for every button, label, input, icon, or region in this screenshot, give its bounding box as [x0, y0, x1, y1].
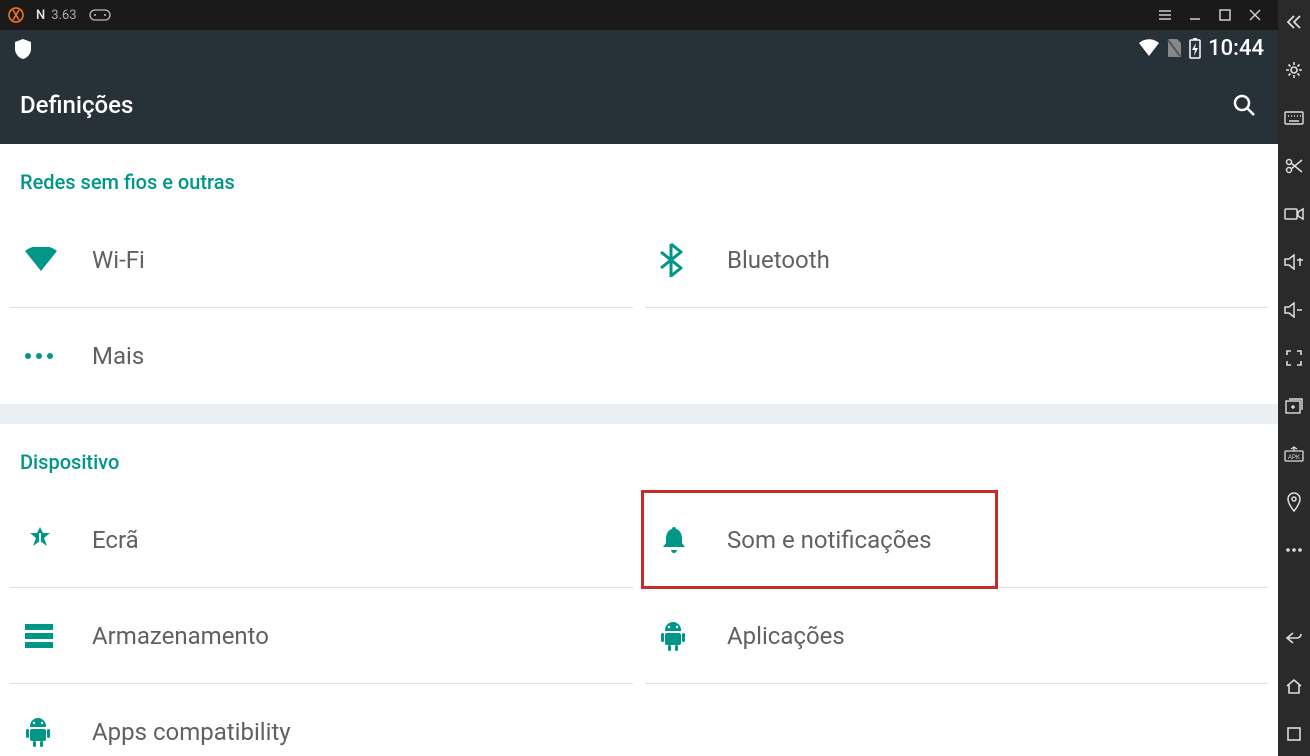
- section-header-wireless: Redes sem fios e outras: [0, 144, 1278, 212]
- wifi-status-icon: [1138, 39, 1160, 57]
- settings-item-display[interactable]: Ecrã: [10, 492, 633, 588]
- display-icon: [20, 524, 92, 556]
- settings-item-apps[interactable]: Aplicações: [645, 588, 1268, 684]
- item-label: Apps compatibility: [92, 718, 291, 746]
- item-label: Bluetooth: [727, 246, 830, 274]
- settings-item-more[interactable]: Mais: [10, 308, 633, 404]
- android-icon: [20, 717, 92, 747]
- volume-down-icon[interactable]: [1278, 296, 1310, 324]
- recents-icon[interactable]: [1278, 720, 1310, 748]
- home-icon[interactable]: [1278, 672, 1310, 700]
- svg-text:APK: APK: [1288, 455, 1300, 461]
- settings-item-wifi[interactable]: Wi-Fi: [10, 212, 633, 308]
- emulator-titlebar: N 3.63: [0, 0, 1278, 30]
- titlebar-n: N: [36, 8, 45, 23]
- record-icon[interactable]: [1278, 200, 1310, 228]
- volume-up-icon[interactable]: [1278, 248, 1310, 276]
- minimize-button[interactable]: [1180, 0, 1210, 30]
- item-label: Mais: [92, 342, 144, 370]
- menu-icon[interactable]: [1150, 0, 1180, 30]
- item-label: Armazenamento: [92, 622, 269, 650]
- settings-item-compat[interactable]: Apps compatibility: [10, 684, 633, 756]
- emulator-side-toolbar: APK: [1278, 0, 1310, 756]
- more-tools-icon[interactable]: [1278, 536, 1310, 564]
- sim-status-icon: [1166, 38, 1182, 58]
- item-label: Som e notificações: [727, 526, 932, 554]
- android-statusbar: 10:44: [0, 30, 1278, 66]
- close-button[interactable]: [1240, 0, 1270, 30]
- fullscreen-icon[interactable]: [1278, 344, 1310, 372]
- scissors-icon[interactable]: [1278, 152, 1310, 180]
- storage-icon: [20, 623, 92, 649]
- item-label: Ecrã: [92, 526, 139, 554]
- maximize-button[interactable]: [1210, 0, 1240, 30]
- apps-icon: [655, 621, 727, 651]
- search-button[interactable]: [1230, 91, 1258, 119]
- bell-icon: [655, 524, 727, 556]
- apk-icon[interactable]: APK: [1278, 440, 1310, 468]
- section-header-device: Dispositivo: [0, 424, 1278, 492]
- shield-icon: [14, 38, 34, 58]
- settings-content: Redes sem fios e outras Wi-Fi Bluetooth …: [0, 144, 1278, 756]
- bluetooth-icon: [655, 243, 727, 277]
- app-logo-icon: [8, 7, 24, 23]
- settings-gear-icon[interactable]: [1278, 56, 1310, 84]
- back-icon[interactable]: [1278, 624, 1310, 652]
- item-label: Aplicações: [727, 622, 845, 650]
- settings-item-bluetooth[interactable]: Bluetooth: [645, 212, 1268, 308]
- item-label: Wi-Fi: [92, 246, 145, 274]
- settings-item-sound[interactable]: Som e notificações: [645, 492, 1268, 588]
- section-divider: [0, 404, 1278, 424]
- wifi-icon: [20, 247, 92, 273]
- titlebar-version: 3.63: [51, 8, 76, 23]
- page-title: Definições: [20, 91, 133, 119]
- more-icon: [20, 352, 92, 360]
- settings-appbar: Definições: [0, 66, 1278, 144]
- location-icon[interactable]: [1278, 488, 1310, 516]
- collapse-icon[interactable]: [1278, 8, 1310, 36]
- battery-charging-icon: [1188, 37, 1202, 59]
- settings-item-storage[interactable]: Armazenamento: [10, 588, 633, 684]
- status-time: 10:44: [1208, 36, 1264, 61]
- keyboard-icon[interactable]: [1278, 104, 1310, 132]
- add-window-icon[interactable]: [1278, 392, 1310, 420]
- gamepad-icon: [89, 8, 111, 22]
